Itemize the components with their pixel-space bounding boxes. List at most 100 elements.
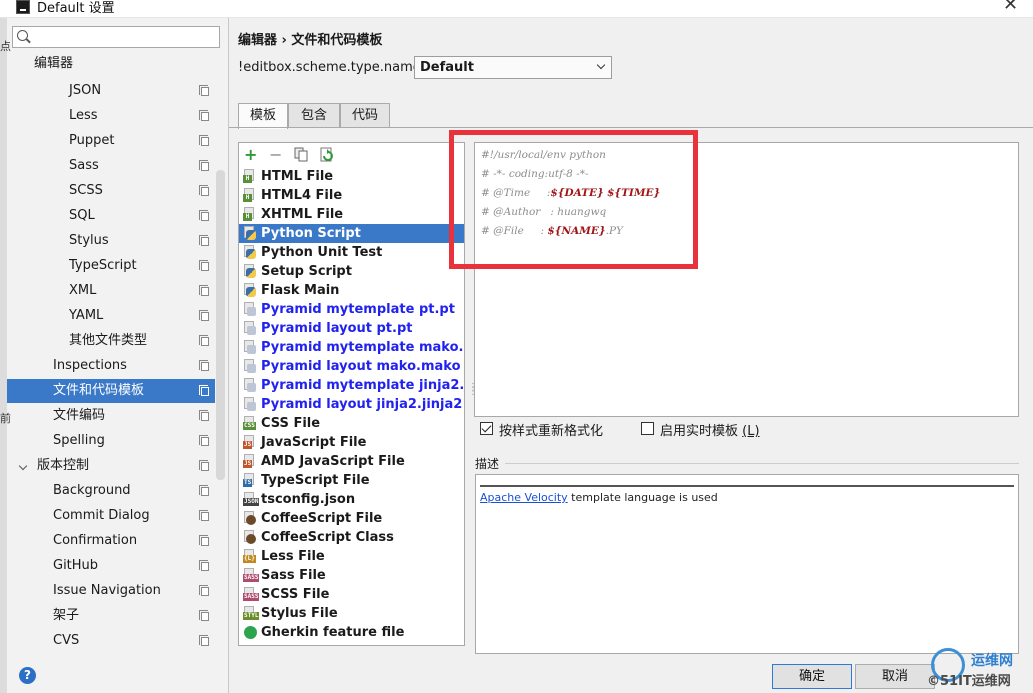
tree-item-github[interactable]: GitHub	[7, 554, 215, 578]
scheme-select-value: Default	[420, 60, 474, 75]
file-type-icon: JS	[243, 454, 257, 469]
template-name: Python Script	[261, 226, 361, 241]
template-name: Less File	[261, 549, 325, 564]
copy-icon	[199, 335, 209, 346]
tree-item-issue-navigation[interactable]: Issue Navigation	[7, 579, 215, 603]
description-body: template language is used	[567, 491, 718, 504]
gherkin-file-icon	[243, 625, 257, 640]
checkbox-checked[interactable]	[480, 422, 493, 435]
close-icon[interactable]: ✕	[1003, 0, 1018, 15]
copy-icon	[199, 585, 209, 596]
help-button[interactable]: ?	[19, 667, 36, 684]
template-list-item[interactable]: CSS CSS File	[239, 414, 464, 433]
chevron-down-icon[interactable]	[18, 461, 28, 471]
tree-item-version-control[interactable]: 版本控制	[7, 454, 215, 478]
tree-item-typescript[interactable]: TypeScript	[7, 254, 215, 278]
tree-item-sass[interactable]: Sass	[7, 154, 215, 178]
tab-includes[interactable]: 包含	[288, 103, 340, 128]
ok-button[interactable]: 确定	[772, 664, 852, 689]
tree-item-json[interactable]: JSON	[7, 79, 215, 103]
template-list-item[interactable]: SASS Sass File	[239, 566, 464, 585]
tree-item-label: Background	[53, 483, 131, 498]
add-icon[interactable]: +	[244, 147, 257, 163]
template-list-item[interactable]: CoffeeScript Class	[239, 528, 464, 547]
tree-item-file-encodings[interactable]: 文件编码	[7, 404, 215, 428]
template-list-item[interactable]: JSON tsconfig.json	[239, 490, 464, 509]
tree-item-yaml[interactable]: YAML	[7, 304, 215, 328]
template-list-item[interactable]: Pyramid layout mako.mako	[239, 357, 464, 376]
tree-item-commit-dialog[interactable]: Commit Dialog	[7, 504, 215, 528]
template-list-item[interactable]: Pyramid mytemplate jinja2.jinja2	[239, 376, 464, 395]
description-text: Apache Velocity template language is use…	[480, 491, 718, 504]
copy-icon	[199, 510, 209, 521]
template-list-item[interactable]: TS TypeScript File	[239, 471, 464, 490]
reset-icon[interactable]	[319, 147, 335, 166]
checkbox-unchecked[interactable]	[641, 422, 654, 435]
tree-item-inspections[interactable]: Inspections	[7, 354, 215, 378]
tree-item-scss[interactable]: SCSS	[7, 179, 215, 203]
template-list-item[interactable]: Gherkin feature file	[239, 623, 464, 642]
tree-item-background[interactable]: Background	[7, 479, 215, 503]
tree-item-puppet[interactable]: Puppet	[7, 129, 215, 153]
copy-icon	[199, 460, 209, 471]
template-list-item[interactable]: JS AMD JavaScript File	[239, 452, 464, 471]
template-toolbar: + −	[239, 143, 464, 167]
apache-velocity-link[interactable]: Apache Velocity	[480, 491, 568, 504]
tree-item-cvs[interactable]: CVS	[7, 629, 215, 653]
template-list-item[interactable]: STYL Stylus File	[239, 604, 464, 623]
template-list-item[interactable]: Python Script	[239, 224, 464, 243]
tree-item-file-and-code-templates[interactable]: 文件和代码模板	[7, 379, 215, 403]
pyramid-file-icon	[243, 302, 257, 317]
template-list-item[interactable]: {L} Less File	[239, 547, 464, 566]
template-list-item[interactable]: Python Unit Test	[239, 243, 464, 262]
pyramid-file-icon	[243, 340, 257, 355]
template-name: HTML File	[261, 169, 334, 184]
copy-template-icon[interactable]	[294, 147, 308, 166]
live-templates-shortcut: (L)	[742, 424, 760, 439]
template-list-item[interactable]: H HTML4 File	[239, 186, 464, 205]
tree-item-sql[interactable]: SQL	[7, 204, 215, 228]
search-icon	[17, 30, 28, 41]
description-separator	[505, 463, 1019, 464]
template-list-item[interactable]: Pyramid layout pt.pt	[239, 319, 464, 338]
tree-item-other-file-types[interactable]: 其他文件类型	[7, 329, 215, 353]
template-list-item[interactable]: JS JavaScript File	[239, 433, 464, 452]
tree-item-label: TypeScript	[69, 258, 137, 273]
tree-item-xml[interactable]: XML	[7, 279, 215, 303]
template-list-item[interactable]: H HTML File	[239, 167, 464, 186]
settings-search-input[interactable]	[33, 29, 213, 45]
tree-scrollbar[interactable]	[216, 170, 225, 480]
tree-item-confirmation[interactable]: Confirmation	[7, 529, 215, 553]
tree-item-shelf[interactable]: 架子	[7, 604, 215, 628]
file-type-icon: CSS	[243, 416, 257, 431]
tree-item-label: SCSS	[69, 183, 103, 198]
template-list-item[interactable]: Flask Main	[239, 281, 464, 300]
tab-templates[interactable]: 模板	[238, 103, 288, 129]
scheme-select[interactable]: Default	[414, 56, 612, 79]
tree-item-label: Commit Dialog	[53, 508, 150, 523]
template-list-item[interactable]: H XHTML File	[239, 205, 464, 224]
copy-icon	[199, 360, 209, 371]
cancel-button[interactable]: 取消	[855, 664, 935, 689]
pyramid-file-icon	[243, 359, 257, 374]
tree-item-less[interactable]: Less	[7, 104, 215, 128]
tree-item-label: Sass	[69, 158, 99, 173]
template-list-item[interactable]: Pyramid mytemplate pt.pt	[239, 300, 464, 319]
tree-item-editor[interactable]: 编辑器	[7, 52, 215, 76]
python-file-icon	[243, 283, 257, 298]
template-list-item[interactable]: SASS SCSS File	[239, 585, 464, 604]
file-type-icon: STYL	[243, 606, 260, 621]
template-list-item[interactable]: Pyramid mytemplate mako.mako	[239, 338, 464, 357]
template-name: CoffeeScript File	[261, 511, 383, 526]
tree-item-label: Puppet	[69, 133, 115, 148]
template-list-item[interactable]: CoffeeScript File	[239, 509, 464, 528]
remove-icon[interactable]: −	[269, 147, 282, 163]
copy-icon	[199, 235, 209, 246]
settings-search-box[interactable]	[12, 26, 220, 48]
tree-item-stylus[interactable]: Stylus	[7, 229, 215, 253]
template-list-item[interactable]: Setup Script	[239, 262, 464, 281]
template-list-item[interactable]: Pyramid layout jinja2.jinja2	[239, 395, 464, 414]
tab-code[interactable]: 代码	[340, 103, 390, 128]
tree-item-spelling[interactable]: Spelling	[7, 429, 215, 453]
pycharm-app-icon	[16, 0, 30, 14]
